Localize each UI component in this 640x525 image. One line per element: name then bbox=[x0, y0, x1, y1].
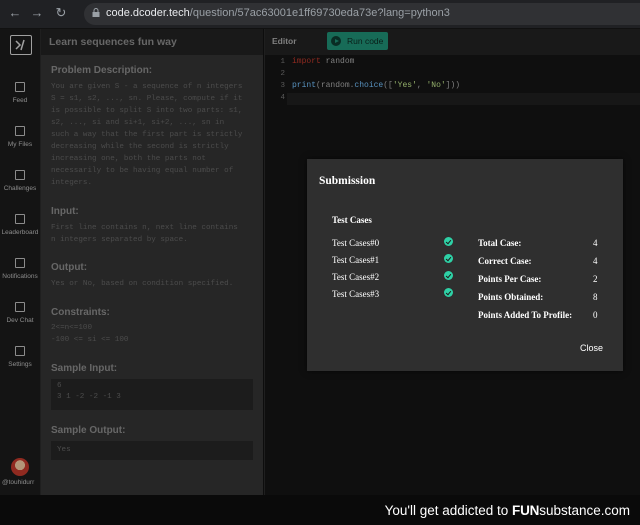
check-circle-icon bbox=[444, 237, 453, 246]
reload-icon[interactable]: ↻ bbox=[54, 6, 68, 20]
test-case-label: Test Cases#0 bbox=[332, 238, 380, 248]
stat-value: 0 bbox=[593, 310, 598, 320]
test-case-label: Test Cases#1 bbox=[332, 255, 380, 265]
modal-title: Submission bbox=[319, 175, 376, 187]
stat-value: 8 bbox=[593, 292, 598, 302]
test-case-label: Test Cases#3 bbox=[332, 289, 380, 299]
watermark-text: You'll get addicted to FUNsubstance.com bbox=[384, 503, 630, 518]
stat-label: Points Per Case: bbox=[478, 274, 542, 284]
test-case-label: Test Cases#2 bbox=[332, 272, 380, 282]
check-circle-icon bbox=[444, 271, 453, 280]
stat-value: 2 bbox=[593, 274, 598, 284]
submission-modal: Submission Test Cases Test Cases#0 Test … bbox=[307, 159, 623, 371]
back-arrow-icon[interactable]: ← bbox=[8, 6, 22, 20]
lock-icon bbox=[92, 8, 100, 17]
forward-arrow-icon[interactable]: → bbox=[30, 6, 44, 20]
check-circle-icon bbox=[444, 254, 453, 263]
check-circle-icon bbox=[444, 288, 453, 297]
close-button[interactable]: Close bbox=[580, 343, 603, 353]
browser-toolbar: ← → ↻ code.dcoder.tech/question/57ac6300… bbox=[0, 0, 640, 29]
stat-value: 4 bbox=[593, 256, 598, 266]
url-text[interactable]: code.dcoder.tech/question/57ac63001e1ff6… bbox=[106, 7, 450, 19]
watermark-bar: You'll get addicted to FUNsubstance.com bbox=[0, 495, 640, 525]
stat-value: 4 bbox=[593, 238, 598, 248]
stat-label: Points Obtained: bbox=[478, 292, 544, 302]
stat-label: Total Case: bbox=[478, 238, 522, 248]
test-cases-heading: Test Cases bbox=[332, 215, 372, 225]
stat-label: Points Added To Profile: bbox=[478, 310, 573, 320]
stat-label: Correct Case: bbox=[478, 256, 532, 266]
